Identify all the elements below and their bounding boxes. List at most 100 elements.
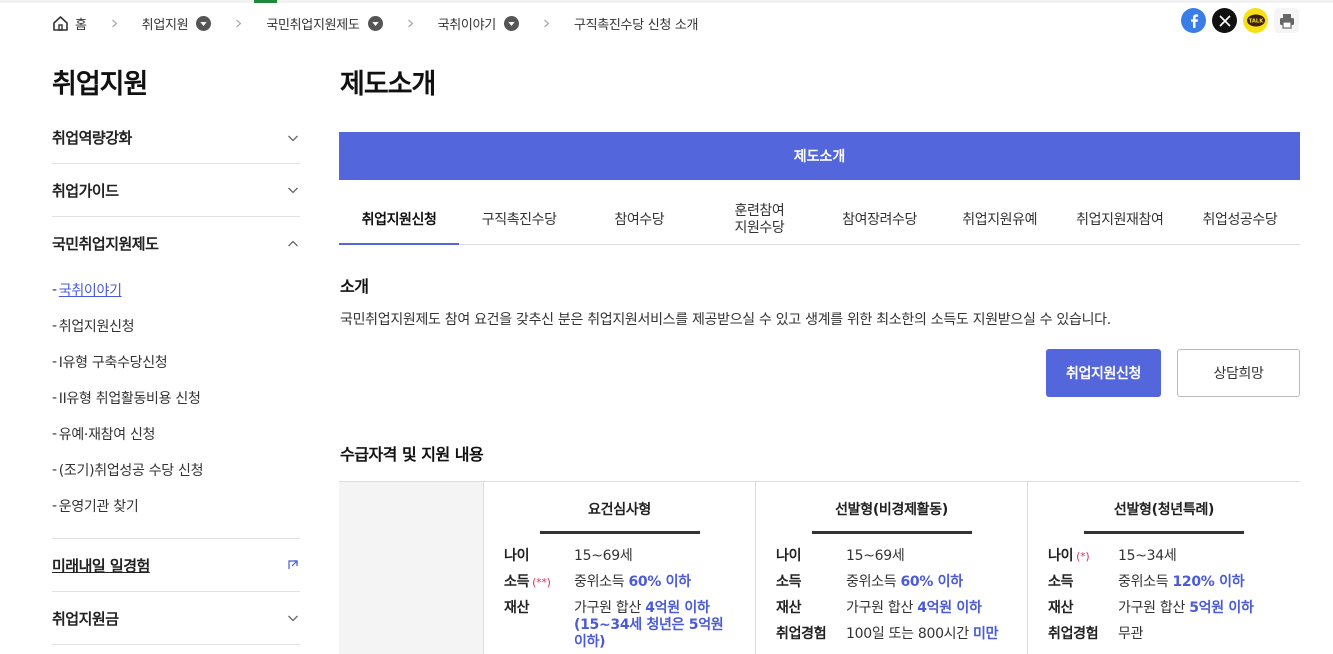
breadcrumb-item-label: 국민취업지원제도 xyxy=(266,17,360,33)
tab-deferral[interactable]: 취업지원유예 xyxy=(940,196,1060,244)
row-key: 취업경험 xyxy=(1048,626,1099,642)
row-value: 가구원 합산 5억원 이하 xyxy=(1118,600,1254,616)
submenu-item-apply[interactable]: - 취업지원신청 xyxy=(52,308,300,344)
svg-text:TALK: TALK xyxy=(1248,18,1263,24)
share-buttons: TALK xyxy=(1181,8,1299,33)
table-row-header-cell xyxy=(339,482,483,654)
submenu-item-success[interactable]: - (조기)취업성공 수당 신청 xyxy=(52,452,300,488)
qualification-table: 요건심사형 나이 15~69세 소득 (**) 중위소득 60% 이하 재산 가구… xyxy=(339,481,1300,654)
tab-label: 참여장려수당 xyxy=(842,211,917,228)
print-button[interactable] xyxy=(1274,8,1299,33)
table-row: 소득 중위소득 60% 이하 xyxy=(776,574,1027,591)
row-value: 중위소득 60% 이하 xyxy=(574,574,691,590)
tab-rejoin[interactable]: 취업지원재참여 xyxy=(1060,196,1180,244)
row-key: 소득 (**) xyxy=(504,574,551,590)
x-icon xyxy=(1218,14,1231,27)
submenu-item-story[interactable]: - 국취이야기 xyxy=(52,272,300,308)
sidebar-item-label: 국민취업지원제도 xyxy=(52,235,159,253)
tab-apply[interactable]: 취업지원신청 xyxy=(339,196,460,245)
tab-participation-allowance[interactable]: 참여수당 xyxy=(579,196,699,244)
chevron-down-circle-icon[interactable] xyxy=(503,15,519,31)
submenu-item-type1[interactable]: - I유형 구축수당신청 xyxy=(52,344,300,380)
tab-training-allowance[interactable]: 훈련참여 지원수당 xyxy=(699,196,819,244)
top-accent-bar xyxy=(254,0,277,3)
row-key: 나이 xyxy=(504,548,530,564)
row-key: 재산 xyxy=(776,600,802,616)
sidebar-item-subsidy[interactable]: 취업지원금 xyxy=(52,592,300,645)
apply-button[interactable]: 취업지원신청 xyxy=(1046,349,1161,397)
tab-bar: 취업지원신청 구직촉진수당 참여수당 훈련참여 지원수당 참여장려수당 취업지원… xyxy=(339,196,1300,245)
tab-label: 참여수당 xyxy=(614,211,665,228)
table-row: 취업경험 100일 또는 800시간 미만 xyxy=(776,626,1027,643)
breadcrumb-current: 구직촉진수당 신청 소개 xyxy=(573,17,699,33)
x-share-button[interactable] xyxy=(1212,8,1237,33)
tab-success-allowance[interactable]: 취업성공수당 xyxy=(1180,196,1300,244)
sidebar-item-label: 취업지원금 xyxy=(52,609,119,628)
breadcrumb-item-label: 국취이야기 xyxy=(437,17,497,33)
submenu-item-label: I유형 구축수당신청 xyxy=(58,355,168,371)
table-row: 취업경험 무관 xyxy=(1048,626,1300,643)
chevron-down-icon xyxy=(288,135,298,141)
row-key: 소득 xyxy=(1048,574,1074,590)
row-key: 나이 (*) xyxy=(1048,548,1090,564)
table-row: 소득 (**) 중위소득 60% 이하 xyxy=(504,574,755,591)
sidebar-item-work-experience[interactable]: 미래내일 일경험 xyxy=(52,539,300,592)
column-title: 선발형(청년특례) xyxy=(1113,502,1215,518)
tab-label: 구직촉진수당 xyxy=(481,211,557,228)
row-key: 취업경험 xyxy=(776,626,827,642)
sidebar-item-guide[interactable]: 취업가이드 xyxy=(52,164,300,217)
row-key: 소득 xyxy=(776,574,802,590)
submenu-item-defer[interactable]: - 유예·재참여 신청 xyxy=(52,416,300,452)
table-row: 재산 가구원 합산 4억원 이하 xyxy=(776,600,1027,617)
consult-button[interactable]: 상담희망 xyxy=(1177,349,1300,397)
column-title: 선발형(비경제활동) xyxy=(835,502,948,518)
tab-label: 훈련참여 지원수당 xyxy=(734,203,785,236)
chevron-down-icon xyxy=(288,187,298,194)
external-link-icon xyxy=(288,560,298,569)
chevron-down-circle-icon[interactable] xyxy=(196,15,212,31)
tab-label: 취업지원유예 xyxy=(962,211,1038,228)
breadcrumb-item-employment[interactable]: 취업지원 xyxy=(142,14,212,33)
submenu-item-agency[interactable]: - 운영기관 찾기 xyxy=(52,488,300,524)
chevron-up-icon xyxy=(288,240,298,246)
submenu-item-label: 국취이야기 xyxy=(58,283,122,299)
row-value: 중위소득 60% 이하 xyxy=(846,574,963,590)
facebook-share-button[interactable] xyxy=(1181,8,1206,33)
section-banner: 제도소개 xyxy=(339,132,1300,180)
kakaotalk-share-button[interactable]: TALK xyxy=(1243,8,1268,33)
row-value: 가구원 합산 4억원 이하 (15~34세 청년은 5억원 이하) xyxy=(574,600,724,650)
submenu-item-type2[interactable]: - II유형 취업활동비용 신청 xyxy=(52,380,300,416)
table-row: 재산 가구원 합산 4억원 이하 (15~34세 청년은 5억원 이하) xyxy=(504,600,755,651)
tab-job-seeking-allowance[interactable]: 구직촉진수당 xyxy=(459,196,579,244)
breadcrumb: 홈 취업지원 국민취업지원제도 국취이야기 구직촉진수당 신청 소개 xyxy=(52,12,698,34)
submenu-item-label: 유예·재참여 신청 xyxy=(58,427,156,443)
breadcrumb-home[interactable]: 홈 xyxy=(52,14,87,33)
sidebar-item-label: 미래내일 일경험 xyxy=(52,556,150,575)
top-border xyxy=(0,0,1333,3)
submenu-item-label: II유형 취업활동비용 신청 xyxy=(58,391,201,407)
table-column-requirement: 요건심사형 나이 15~69세 소득 (**) 중위소득 60% 이하 재산 가구… xyxy=(483,482,755,654)
sidebar-item-label: 취업역량강화 xyxy=(52,129,132,147)
table-row: 나이 (*) 15~34세 xyxy=(1048,548,1300,565)
submenu-item-label: (조기)취업성공 수당 신청 xyxy=(58,463,204,479)
row-value: 15~69세 xyxy=(846,548,905,564)
table-row: 재산 가구원 합산 5억원 이하 xyxy=(1048,600,1300,617)
sidebar-item-national-program[interactable]: 국민취업지원제도 xyxy=(52,217,300,270)
chevron-down-circle-icon[interactable] xyxy=(367,15,383,31)
row-key: 재산 xyxy=(1048,600,1074,616)
table-column-selection-inactive: 선발형(비경제활동) 나이 15~69세 소득 중위소득 60% 이하 재산 가… xyxy=(755,482,1027,654)
breadcrumb-item-program[interactable]: 국민취업지원제도 xyxy=(266,14,383,33)
row-value: 무관 xyxy=(1118,626,1144,642)
row-value: 15~34세 xyxy=(1118,548,1177,564)
page-title: 제도소개 xyxy=(340,69,436,100)
print-icon xyxy=(1279,13,1294,29)
tab-encouragement-allowance[interactable]: 참여장려수당 xyxy=(820,196,940,244)
kakaotalk-icon: TALK xyxy=(1246,14,1265,26)
tab-label: 취업성공수당 xyxy=(1202,211,1278,228)
submenu-item-label: 운영기관 찾기 xyxy=(58,499,139,515)
qualification-heading: 수급자격 및 지원 내용 xyxy=(340,445,484,464)
row-value: 15~69세 xyxy=(574,548,633,564)
sidebar-item-competency[interactable]: 취업역량강화 xyxy=(52,112,300,164)
breadcrumb-item-story[interactable]: 국취이야기 xyxy=(438,14,519,33)
column-title: 요건심사형 xyxy=(588,502,651,518)
